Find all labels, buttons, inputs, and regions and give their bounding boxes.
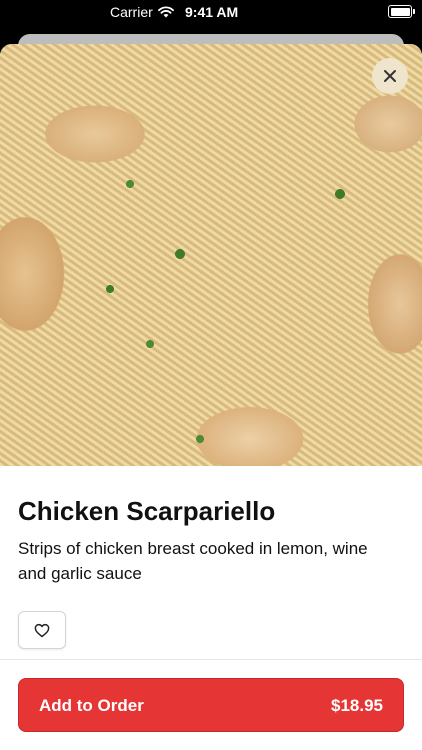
status-bar: Carrier 9:41 AM xyxy=(0,0,422,26)
item-detail-sheet: Chicken Scarpariello Strips of chicken b… xyxy=(0,44,422,750)
add-to-order-button[interactable]: Add to Order $18.95 xyxy=(18,678,404,732)
close-icon xyxy=(384,70,396,82)
carrier-label: Carrier xyxy=(110,4,153,20)
dish-photo xyxy=(0,44,422,466)
wifi-icon xyxy=(158,5,174,21)
favorite-button[interactable] xyxy=(18,611,66,649)
item-description: Strips of chicken breast cooked in lemon… xyxy=(18,539,368,583)
close-button[interactable] xyxy=(372,58,408,94)
divider xyxy=(0,659,422,660)
heart-icon xyxy=(34,623,50,637)
clock: 9:41 AM xyxy=(185,4,239,20)
item-title: Chicken Scarpariello xyxy=(18,496,276,526)
battery-icon xyxy=(388,5,415,18)
item-price: $18.95 xyxy=(331,696,383,715)
add-to-order-label: Add to Order xyxy=(39,696,144,715)
